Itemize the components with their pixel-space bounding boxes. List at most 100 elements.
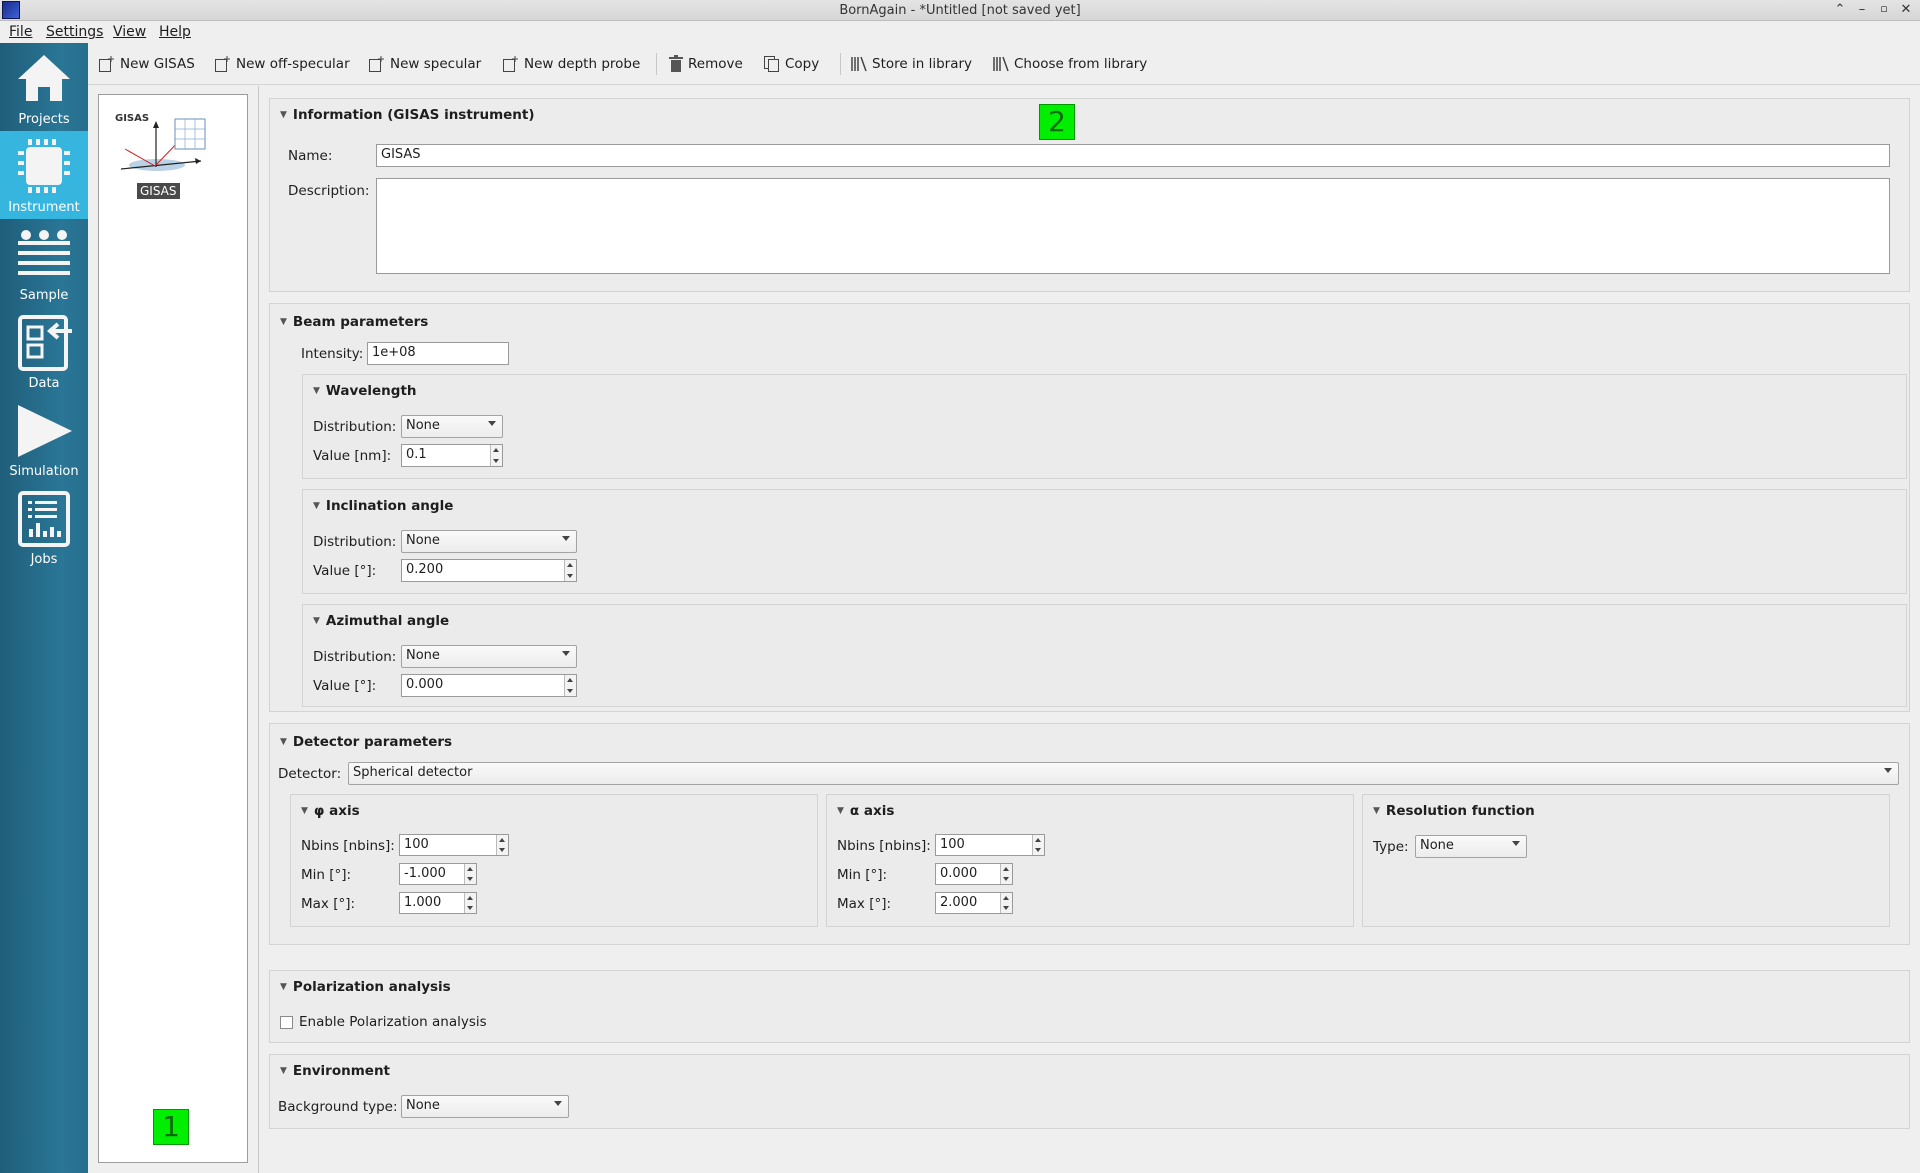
spin-up-icon[interactable] [567, 563, 573, 567]
alpha-max-spinbox[interactable]: 2.000 [935, 892, 1013, 914]
spin-up-icon[interactable] [499, 838, 505, 842]
collapse-arrow-icon: ▼ [280, 317, 287, 327]
detector-header[interactable]: ▼ Detector parameters [280, 734, 452, 750]
inclination-distribution-select[interactable]: None [401, 530, 577, 553]
subsection-title: Azimuthal angle [325, 613, 450, 629]
information-header[interactable]: ▼ Information (GISAS instrument) [280, 107, 535, 123]
new-item-icon [215, 56, 230, 72]
window-title: BornAgain - *Untitled [not saved yet] [839, 3, 1081, 18]
dropdown-arrow-icon [562, 651, 570, 656]
window-maximize-icon[interactable]: ▫ [1876, 2, 1892, 15]
detector-type-select[interactable]: Spherical detector [348, 762, 1899, 785]
spinbox-buttons[interactable] [564, 675, 576, 696]
resolution-type-select[interactable]: None [1415, 835, 1527, 858]
phi-max-spinbox[interactable]: 1.000 [399, 892, 477, 914]
distribution-label: Distribution: [313, 419, 397, 435]
home-icon [18, 55, 70, 101]
spin-down-icon[interactable] [467, 877, 473, 881]
azimuthal-value-spinbox[interactable]: 0.000 [401, 674, 577, 697]
spin-down-icon[interactable] [467, 906, 473, 910]
spin-up-icon[interactable] [567, 678, 573, 682]
spinbox-buttons[interactable] [1000, 864, 1012, 884]
enable-polarization-checkbox[interactable] [280, 1016, 293, 1029]
new-gisas-button[interactable]: New GISAS [98, 54, 195, 74]
copy-button[interactable]: Copy [763, 54, 819, 74]
wavelength-distribution-select[interactable]: None [401, 415, 503, 438]
phi-min-spinbox[interactable]: -1.000 [399, 863, 477, 885]
resolution-header[interactable]: ▼ Resolution function [1373, 803, 1535, 819]
sidebar-item-data[interactable]: Data [0, 307, 88, 395]
spin-down-icon[interactable] [1003, 877, 1009, 881]
dropdown-arrow-icon [1884, 768, 1892, 773]
inclination-value-spinbox[interactable]: 0.200 [401, 559, 577, 582]
new-depth-probe-button[interactable]: New depth probe [502, 54, 640, 74]
menu-settings[interactable]: Settings [46, 24, 103, 40]
spin-up-icon[interactable] [1035, 838, 1041, 842]
spin-up-icon[interactable] [1003, 896, 1009, 900]
window-shade-icon[interactable]: ⌃ [1832, 2, 1848, 17]
spin-up-icon[interactable] [493, 448, 499, 452]
intensity-input[interactable]: 1e+08 [367, 342, 509, 365]
sidebar-item-jobs[interactable]: Jobs [0, 483, 88, 571]
spinbox-buttons[interactable] [464, 864, 476, 884]
section-title: Polarization analysis [292, 979, 451, 995]
instrument-list-item[interactable]: GISAS GISAS [113, 113, 209, 203]
spin-up-icon[interactable] [467, 896, 473, 900]
alpha-min-spinbox[interactable]: 0.000 [935, 863, 1013, 885]
play-icon [18, 405, 72, 457]
azimuthal-distribution-select[interactable]: None [401, 645, 577, 668]
window-minimize-icon[interactable]: – [1854, 2, 1870, 17]
menu-file[interactable]: File [9, 24, 32, 40]
spinbox-buttons[interactable] [1000, 893, 1012, 913]
alpha-nbins-spinbox[interactable]: 100 [935, 834, 1045, 856]
nbins-label: Nbins [nbins]: [301, 838, 395, 854]
spin-up-icon[interactable] [467, 867, 473, 871]
name-input[interactable]: GISAS [376, 144, 1890, 167]
spin-up-icon[interactable] [1003, 867, 1009, 871]
window-close-icon[interactable]: ✕ [1898, 2, 1914, 17]
sidebar-item-label: Projects [18, 112, 70, 127]
spinbox-buttons[interactable] [490, 445, 502, 466]
button-label: New off-specular [236, 56, 350, 72]
beam-header[interactable]: ▼ Beam parameters [280, 314, 428, 330]
new-specular-button[interactable]: New specular [368, 54, 481, 74]
phi-axis-header[interactable]: ▼ φ axis [301, 803, 360, 819]
azimuthal-header[interactable]: ▼ Azimuthal angle [313, 613, 449, 629]
sidebar-item-sample[interactable]: Sample [0, 219, 88, 307]
remove-button[interactable]: Remove [668, 54, 743, 74]
spinbox-buttons[interactable] [496, 835, 508, 855]
sidebar-item-simulation[interactable]: Simulation [0, 395, 88, 483]
sidebar-item-projects[interactable]: Projects [0, 43, 88, 131]
description-textarea[interactable] [376, 178, 1890, 274]
spin-down-icon[interactable] [1035, 848, 1041, 852]
menu-help[interactable]: Help [159, 24, 191, 40]
instrument-list[interactable]: GISAS GISAS 1 [98, 94, 248, 1163]
new-item-icon [369, 56, 384, 72]
spin-down-icon[interactable] [567, 689, 573, 693]
spin-down-icon[interactable] [493, 459, 499, 463]
spinbox-buttons[interactable] [564, 560, 576, 581]
alpha-axis-header[interactable]: ▼ α axis [837, 803, 894, 819]
spin-down-icon[interactable] [1003, 906, 1009, 910]
spin-down-icon[interactable] [499, 848, 505, 852]
min-label: Min [°]: [301, 867, 352, 883]
store-in-library-button[interactable]: Store in library [850, 54, 972, 74]
wavelength-header[interactable]: ▼ Wavelength [313, 383, 417, 399]
wavelength-value-spinbox[interactable]: 0.1 [401, 444, 503, 467]
sidebar-item-instrument[interactable]: Instrument [0, 131, 88, 219]
enable-polarization-label[interactable]: Enable Polarization analysis [299, 1014, 487, 1030]
environment-header[interactable]: ▼ Environment [280, 1063, 390, 1079]
spinbox-buttons[interactable] [464, 893, 476, 913]
spin-down-icon[interactable] [567, 574, 573, 578]
inclination-header[interactable]: ▼ Inclination angle [313, 498, 453, 514]
background-type-select[interactable]: None [401, 1095, 569, 1118]
polarization-header[interactable]: ▼ Polarization analysis [280, 979, 451, 995]
sidebar-item-label: Instrument [8, 200, 80, 215]
select-value: None [1420, 838, 1454, 853]
menu-view[interactable]: View [113, 24, 146, 40]
phi-nbins-spinbox[interactable]: 100 [399, 834, 509, 856]
new-offspecular-button[interactable]: New off-specular [214, 54, 350, 74]
spinbox-buttons[interactable] [1032, 835, 1044, 855]
select-value: None [406, 648, 440, 663]
choose-from-library-button[interactable]: Choose from library [992, 54, 1147, 74]
